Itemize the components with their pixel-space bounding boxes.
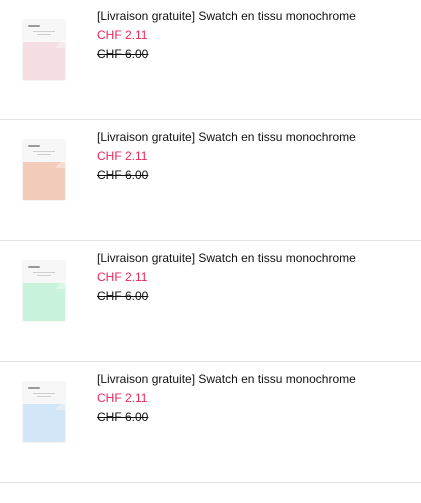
product-list: [Livraison gratuite] Swatch en tissu mon… xyxy=(0,0,421,503)
original-price: CHF 6.00 xyxy=(97,410,149,424)
product-info: [Livraison gratuite] Swatch en tissu mon… xyxy=(97,130,356,182)
product-list-item[interactable]: [Livraison gratuite] Swatch en tissu mon… xyxy=(0,0,421,121)
product-info: [Livraison gratuite] Swatch en tissu mon… xyxy=(97,372,356,424)
row-divider xyxy=(0,119,421,120)
original-price: CHF 6.00 xyxy=(97,289,149,303)
fabric-fold-icon xyxy=(55,38,65,48)
fabric-swatch-image xyxy=(23,382,65,442)
fabric-swatch-image xyxy=(23,140,65,200)
row-divider xyxy=(0,240,421,241)
product-info: [Livraison gratuite] Swatch en tissu mon… xyxy=(97,251,356,303)
sale-price: CHF 2.11 xyxy=(97,391,148,405)
row-divider xyxy=(0,361,421,362)
card-text-line xyxy=(33,31,55,32)
product-list-item[interactable]: [Livraison gratuite] Swatch en tissu mon… xyxy=(0,242,421,363)
card-text-line xyxy=(33,393,55,394)
fabric-fold-icon xyxy=(55,158,65,168)
card-text-line xyxy=(37,154,51,155)
product-thumbnail[interactable] xyxy=(23,261,65,321)
product-list-item[interactable]: [Livraison gratuite] Swatch en tissu mon… xyxy=(0,363,421,484)
brand-logo-icon xyxy=(28,25,40,27)
fabric-fold-icon xyxy=(55,279,65,289)
product-thumbnail[interactable] xyxy=(23,382,65,442)
card-text-line xyxy=(33,151,55,152)
row-divider xyxy=(0,482,421,483)
product-title[interactable]: [Livraison gratuite] Swatch en tissu mon… xyxy=(97,251,356,265)
brand-logo-icon xyxy=(28,145,40,147)
card-text-line xyxy=(37,396,51,397)
card-text-line xyxy=(33,272,55,273)
fabric-swatch-image xyxy=(23,261,65,321)
brand-logo-icon xyxy=(28,387,40,389)
product-info: [Livraison gratuite] Swatch en tissu mon… xyxy=(97,9,356,61)
product-title[interactable]: [Livraison gratuite] Swatch en tissu mon… xyxy=(97,130,356,144)
card-text-line xyxy=(37,275,51,276)
fabric-fold-icon xyxy=(55,400,65,410)
product-thumbnail[interactable] xyxy=(23,140,65,200)
product-title[interactable]: [Livraison gratuite] Swatch en tissu mon… xyxy=(97,372,356,386)
original-price: CHF 6.00 xyxy=(97,168,149,182)
sale-price: CHF 2.11 xyxy=(97,270,148,284)
original-price: CHF 6.00 xyxy=(97,47,149,61)
sale-price: CHF 2.11 xyxy=(97,149,148,163)
brand-logo-icon xyxy=(28,266,40,268)
card-text-line xyxy=(37,34,51,35)
product-title[interactable]: [Livraison gratuite] Swatch en tissu mon… xyxy=(97,9,356,23)
fabric-swatch-image xyxy=(23,20,65,80)
sale-price: CHF 2.11 xyxy=(97,28,148,42)
product-thumbnail[interactable] xyxy=(23,20,65,80)
product-list-item[interactable]: [Livraison gratuite] Swatch en tissu mon… xyxy=(0,121,421,242)
